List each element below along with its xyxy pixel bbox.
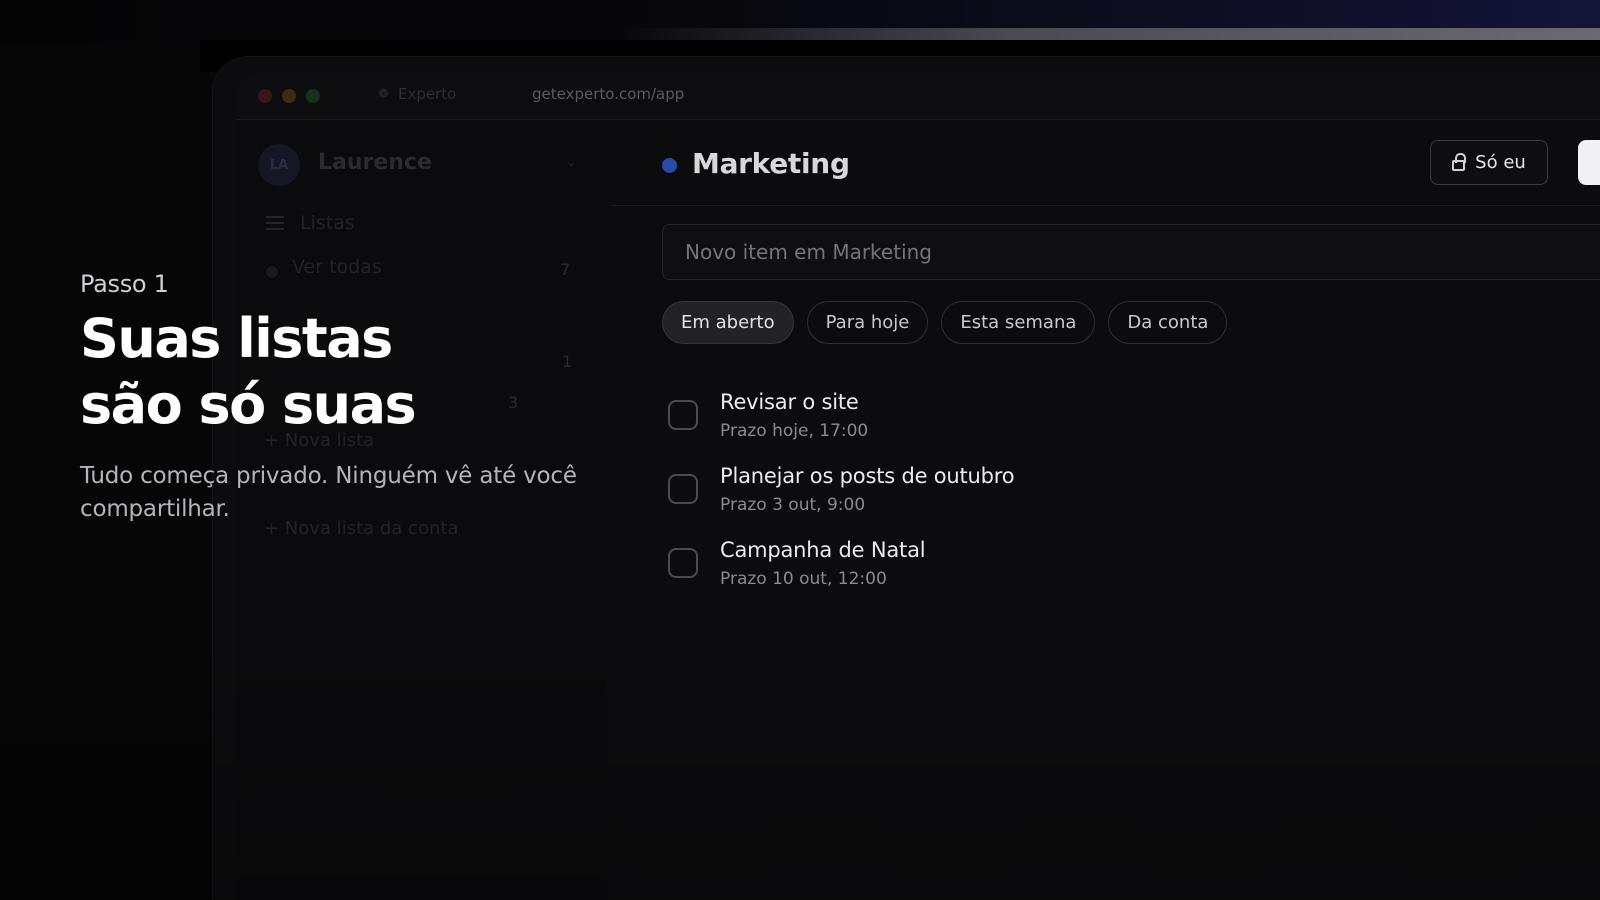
headline-line-2: são só suas [80,373,417,436]
address-bar-url[interactable]: getexperto.com/app [532,85,684,103]
filter-account[interactable]: Da conta [1108,301,1228,344]
account-name[interactable]: Laurence [318,150,432,175]
task-checkbox[interactable] [668,548,698,578]
task-title[interactable]: Revisar o site [720,390,859,414]
step-label: Passo 1 [80,270,169,298]
share-button[interactable] [1578,140,1600,185]
list-title: Marketing [692,147,850,180]
tab-favicon-icon: ❁ [378,87,389,102]
task-due: Prazo 10 out, 12:00 [720,569,887,589]
minimize-window-dot[interactable] [282,89,296,103]
privacy-button-label: Só eu [1475,152,1526,173]
maximize-window-dot[interactable] [306,89,320,103]
list-color-dot [662,158,677,173]
headline: Suas listas são só suas [80,306,600,438]
list-item[interactable]: Revisar o site Prazo hoje, 17:00 [668,390,1468,464]
header-divider [610,205,1600,206]
privacy-button[interactable]: Só eu [1430,140,1548,185]
task-list: Revisar o site Prazo hoje, 17:00 Planeja… [668,390,1468,612]
filter-chips: Em aberto Para hoje Esta semana Da conta [662,301,1228,344]
list-icon [266,216,284,230]
headline-line-1: Suas listas [80,307,393,370]
filter-today[interactable]: Para hoje [806,301,929,344]
list-item[interactable]: Planejar os posts de outubro Prazo 3 out… [668,464,1468,538]
browser-tab-title[interactable]: Experto [398,85,456,103]
filter-open[interactable]: Em aberto [662,301,794,344]
filter-this-week[interactable]: Esta semana [941,301,1096,344]
new-item-input[interactable] [662,224,1600,280]
task-title[interactable]: Campanha de Natal [720,538,926,562]
task-due: Prazo hoje, 17:00 [720,421,869,441]
task-due: Prazo 3 out, 9:00 [720,495,866,515]
chevron-down-icon[interactable]: ⌄ [566,155,577,170]
hero-overlay: Passo 1 Suas listas são só suas Tudo com… [80,270,600,526]
task-checkbox[interactable] [668,474,698,504]
task-title[interactable]: Planejar os posts de outubro [720,464,1015,488]
sidebar-section-lists: Listas [300,212,355,234]
hero-subtitle: Tudo começa privado. Ninguém vê até você… [80,463,577,522]
lock-icon [1452,152,1467,171]
avatar[interactable]: LA [258,144,300,186]
close-window-dot[interactable] [258,89,272,103]
list-item[interactable]: Campanha de Natal Prazo 10 out, 12:00 [668,538,1468,612]
task-checkbox[interactable] [668,400,698,430]
